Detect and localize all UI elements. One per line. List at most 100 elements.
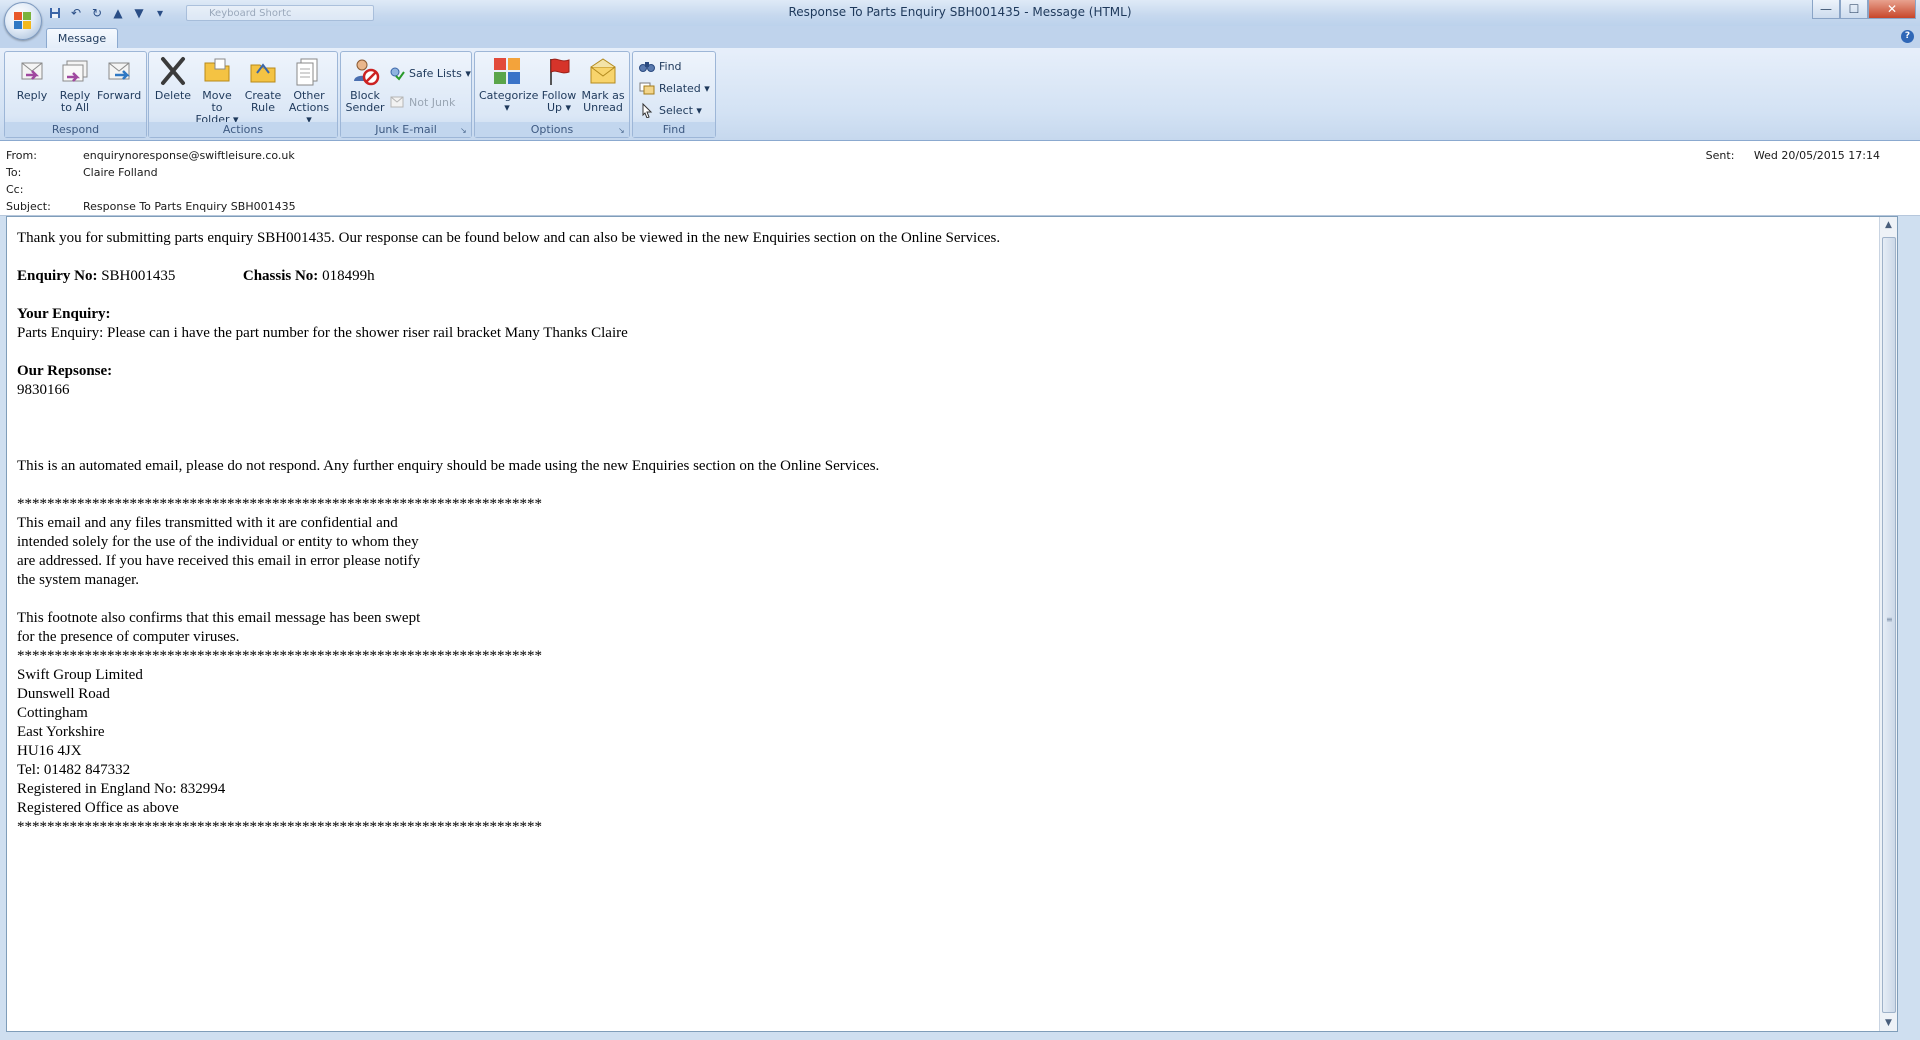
- our-response-text: 9830166: [17, 382, 70, 398]
- group-actions: Delete Move to Folder ▾ Create Rule Othe…: [148, 51, 338, 138]
- scroll-thumb[interactable]: ≡: [1882, 237, 1896, 1013]
- help-icon[interactable]: ?: [1901, 30, 1914, 43]
- minimize-button[interactable]: —: [1812, 0, 1840, 19]
- block-sender-icon: [349, 55, 381, 87]
- address-line: Tel: 01482 847332: [17, 762, 131, 778]
- not-junk-icon: [389, 94, 405, 110]
- forward-button[interactable]: Forward: [97, 55, 141, 121]
- window-controls: — ☐ ✕: [1812, 0, 1916, 19]
- from-value[interactable]: enquirynoresponse@swiftleisure.co.uk: [83, 149, 295, 162]
- ribbon-tab-row: Message ?: [0, 26, 1920, 49]
- address-line: Cottingham: [17, 705, 88, 721]
- address-line: Registered in England No: 832994: [17, 781, 226, 797]
- related-button[interactable]: Related ▾: [639, 79, 710, 97]
- forward-label: Forward: [97, 89, 142, 102]
- move-label-1: Move to: [202, 89, 232, 114]
- categorize-button[interactable]: Categorize ▾: [479, 55, 538, 121]
- flag-icon: [543, 55, 575, 87]
- ribbon: Reply Reply to All Forward Respond Delet…: [0, 48, 1920, 141]
- delete-button[interactable]: Delete: [151, 55, 195, 121]
- scroll-down-icon[interactable]: ▼: [1880, 1015, 1897, 1031]
- your-enquiry-text: Parts Enquiry: Please can i have the par…: [17, 325, 628, 341]
- cc-label: Cc:: [6, 183, 24, 196]
- find-button[interactable]: Find: [639, 57, 682, 75]
- move-to-folder-button[interactable]: Move to Folder ▾: [195, 55, 239, 126]
- to-label: To:: [6, 166, 22, 179]
- follow-up-button[interactable]: Follow Up ▾: [537, 55, 581, 121]
- group-actions-label: Actions: [149, 122, 337, 137]
- other-actions-button[interactable]: Other Actions ▾: [285, 55, 333, 126]
- forward-icon: [103, 55, 135, 87]
- from-label: From:: [6, 149, 37, 162]
- select-button[interactable]: Select ▾: [639, 101, 702, 119]
- to-value[interactable]: Claire Folland: [83, 166, 158, 179]
- select-cursor-icon: [639, 102, 655, 119]
- not-junk-button[interactable]: Not Junk: [389, 93, 455, 111]
- reply-all-icon: [59, 55, 91, 87]
- chassis-no-value: 018499h: [322, 268, 375, 284]
- mark-unread-button[interactable]: Mark as Unread: [581, 55, 625, 121]
- message-header: From: enquirynoresponse@swiftleisure.co.…: [0, 141, 1920, 216]
- reply-button[interactable]: Reply: [10, 55, 54, 121]
- confidential-line-4: the system manager.: [17, 572, 140, 588]
- scroll-up-icon[interactable]: ▲: [1880, 217, 1897, 233]
- follow-label-2: Up ▾: [546, 101, 572, 114]
- reply-icon: [16, 55, 48, 87]
- automated-notice: This is an automated email, please do no…: [17, 458, 880, 474]
- create-rule-button[interactable]: Create Rule: [241, 55, 285, 121]
- not-junk-label: Not Junk: [409, 95, 456, 109]
- sent-row: Sent: Wed 20/05/2015 17:14: [1706, 149, 1880, 162]
- mark-label-2: Unread: [583, 101, 623, 114]
- delete-icon: [157, 55, 189, 87]
- delete-label: Delete: [154, 89, 192, 102]
- select-label: Select ▾: [659, 103, 702, 117]
- title-bar: ↶ ↻ ▲ ▼ ▾ Keyboard Shortc Response To Pa…: [0, 0, 1920, 26]
- outlook-message-window: ↶ ↻ ▲ ▼ ▾ Keyboard Shortc Response To Pa…: [0, 0, 1920, 1040]
- confidential-line-3: are addressed. If you have received this…: [17, 553, 421, 569]
- group-find: Find Related ▾ Select ▾ Find: [632, 51, 716, 138]
- our-response-label: Our Repsonse:: [17, 363, 113, 379]
- options-dialog-launcher-icon[interactable]: ↘: [618, 126, 627, 135]
- maximize-button[interactable]: ☐: [1840, 0, 1868, 19]
- separator-stars: ****************************************…: [17, 496, 542, 512]
- other-actions-icon: [293, 55, 325, 87]
- categorize-icon: [491, 55, 523, 87]
- office-logo-icon: [14, 12, 32, 30]
- chassis-no-label: Chassis No:: [242, 268, 319, 284]
- address-line: East Yorkshire: [17, 724, 105, 740]
- safe-lists-button[interactable]: Safe Lists ▾: [389, 64, 471, 82]
- message-body[interactable]: Thank you for submitting parts enquiry S…: [6, 216, 1898, 1032]
- group-junk-label: Junk E-mail: [341, 122, 471, 137]
- address-line: Dunswell Road: [17, 686, 110, 702]
- group-junk-email: Block Sender Safe Lists ▾ Not Junk Junk …: [340, 51, 472, 138]
- block-sender-button[interactable]: Block Sender: [343, 55, 387, 121]
- vertical-scrollbar[interactable]: ▲ ≡ ▼: [1879, 217, 1897, 1031]
- close-button[interactable]: ✕: [1868, 0, 1916, 19]
- block-label-2: Sender: [345, 101, 385, 114]
- address-line: Registered Office as above: [17, 800, 179, 816]
- reply-all-label-2: to All: [60, 101, 90, 114]
- rule-icon: [247, 55, 279, 87]
- related-label: Related ▾: [659, 81, 710, 95]
- junk-dialog-launcher-icon[interactable]: ↘: [460, 126, 469, 135]
- subject-value: Response To Parts Enquiry SBH001435: [83, 200, 296, 213]
- folder-icon: [201, 55, 233, 87]
- message-content: Thank you for submitting parts enquiry S…: [17, 229, 1867, 837]
- rule-label-2: Rule: [251, 101, 275, 114]
- enquiry-no-label: Enquiry No:: [17, 268, 98, 284]
- grip-icon: ≡: [1886, 615, 1893, 624]
- office-button[interactable]: [4, 2, 42, 40]
- footnote-line-2: for the presence of computer viruses.: [17, 629, 240, 645]
- sent-label: Sent:: [1705, 149, 1735, 162]
- group-options: Categorize ▾ Follow Up ▾ Mark as Unread …: [474, 51, 630, 138]
- window-title: Response To Parts Enquiry SBH001435 - Me…: [788, 5, 1132, 19]
- reply-all-button[interactable]: Reply to All: [53, 55, 97, 121]
- safe-lists-icon: [389, 65, 405, 81]
- tab-message[interactable]: Message: [46, 28, 118, 49]
- address-line: HU16 4JX: [17, 743, 82, 759]
- categorize-label-2: ▾: [504, 101, 510, 114]
- group-find-label: Find: [633, 122, 715, 137]
- enquiry-no-value: SBH001435: [101, 268, 176, 284]
- enquiry-details-line: Enquiry No: SBH001435 Chassis No: 018499…: [17, 267, 1867, 286]
- confidential-line-1: This email and any files transmitted wit…: [17, 515, 398, 531]
